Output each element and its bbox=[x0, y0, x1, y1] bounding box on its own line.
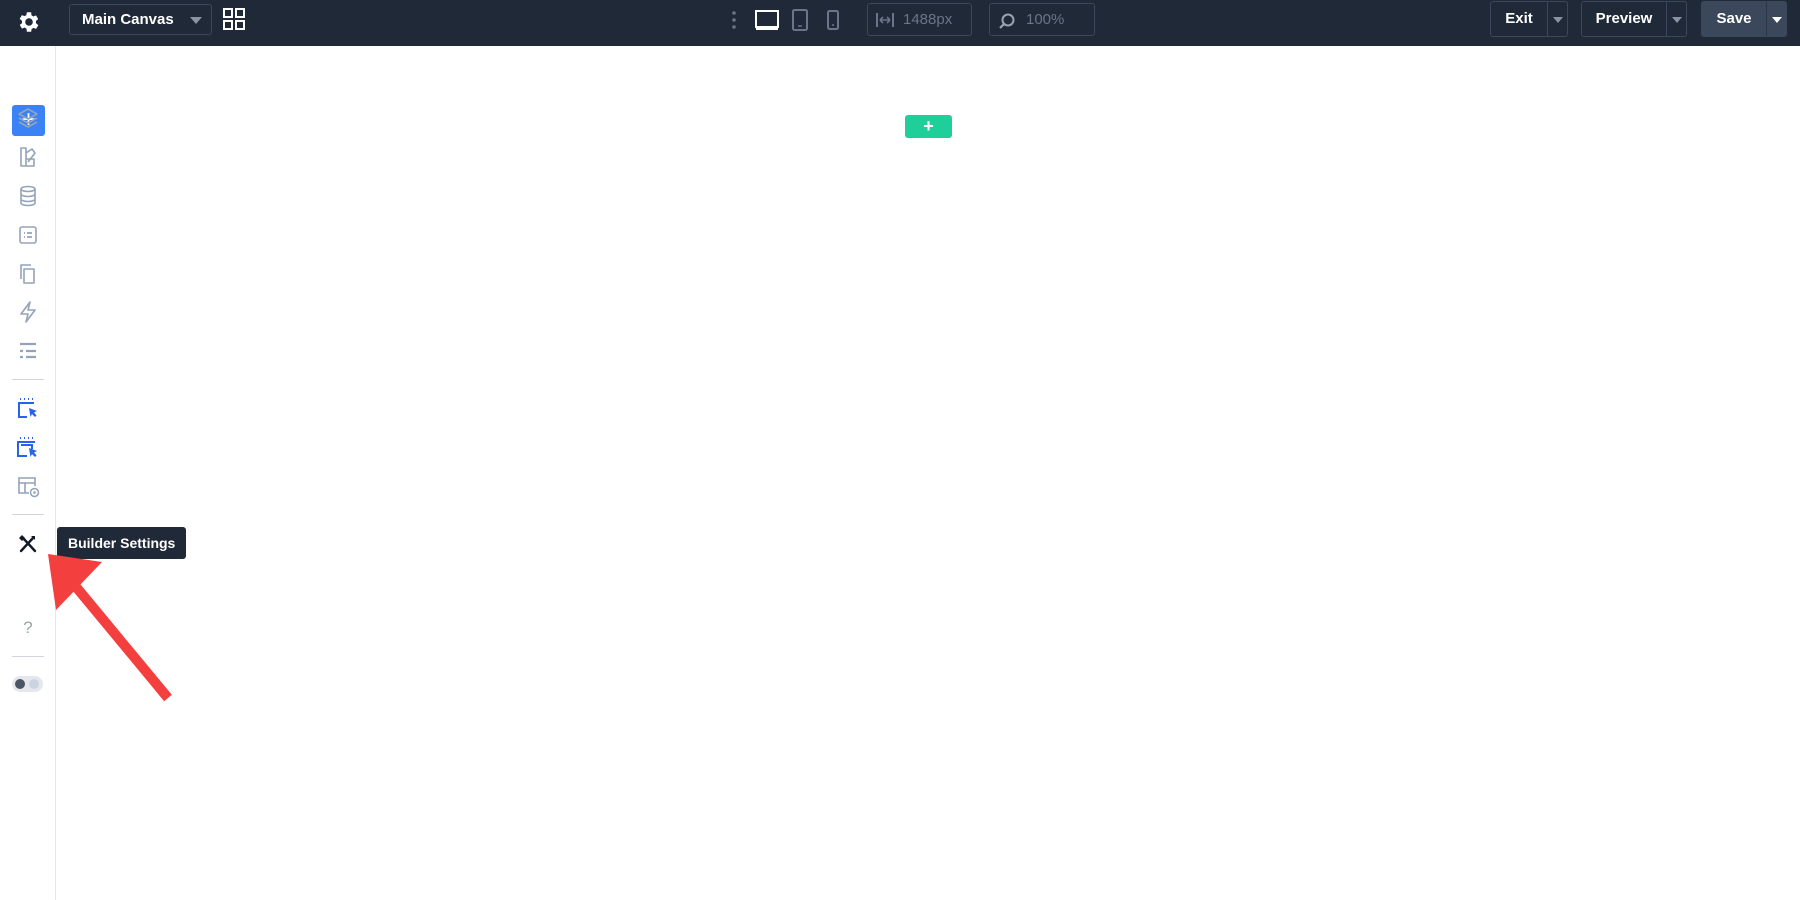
form-icon[interactable] bbox=[16, 223, 40, 247]
theme-toggle[interactable] bbox=[12, 676, 43, 692]
chevron-down-icon[interactable] bbox=[1672, 17, 1682, 23]
mobile-icon[interactable] bbox=[825, 8, 841, 32]
exit-divider bbox=[1547, 2, 1548, 36]
canvas-select[interactable]: Main Canvas bbox=[69, 4, 212, 35]
zoom-icon bbox=[999, 13, 1015, 29]
save-button[interactable]: Save bbox=[1701, 1, 1787, 37]
layers-icon[interactable] bbox=[16, 106, 40, 130]
annotation-arrow bbox=[48, 554, 172, 702]
preview-divider bbox=[1666, 2, 1667, 36]
exit-button[interactable]: Exit bbox=[1490, 1, 1568, 37]
template-preview-icon[interactable] bbox=[16, 474, 40, 498]
left-sidebar: + ? bbox=[0, 46, 56, 900]
preview-label: Preview bbox=[1595, 10, 1653, 27]
add-section-button[interactable]: + bbox=[905, 115, 952, 138]
sidebar-divider bbox=[12, 379, 44, 380]
top-toolbar: Main Canvas 1488px 100% Exit Preview Sav… bbox=[0, 0, 1800, 46]
database-icon[interactable] bbox=[16, 184, 40, 208]
moon-icon bbox=[29, 679, 39, 689]
chevron-down-icon[interactable] bbox=[1772, 17, 1782, 23]
help-icon[interactable]: ? bbox=[16, 616, 40, 640]
builder-settings-icon[interactable] bbox=[16, 532, 40, 556]
desktop-icon[interactable] bbox=[754, 8, 780, 32]
width-icon bbox=[876, 13, 894, 27]
sun-icon bbox=[15, 679, 25, 689]
components-icon[interactable] bbox=[16, 145, 40, 169]
canvas-width-value: 1488px bbox=[903, 11, 953, 28]
gear-icon[interactable] bbox=[16, 9, 42, 35]
save-divider bbox=[1766, 2, 1767, 36]
chevron-down-icon[interactable] bbox=[1553, 17, 1563, 23]
more-vertical-icon[interactable] bbox=[728, 9, 740, 31]
styles-icon[interactable] bbox=[16, 339, 40, 363]
tablet-icon[interactable] bbox=[790, 8, 810, 32]
preview-button[interactable]: Preview bbox=[1581, 1, 1687, 37]
select-children-icon[interactable] bbox=[16, 436, 40, 460]
interactions-icon[interactable] bbox=[16, 300, 40, 324]
zoom-field[interactable]: 100% bbox=[989, 3, 1095, 36]
sidebar-divider bbox=[12, 514, 44, 515]
exit-label: Exit bbox=[1505, 10, 1533, 27]
grid-icon[interactable] bbox=[222, 7, 246, 31]
save-label: Save bbox=[1716, 10, 1752, 27]
pages-icon[interactable] bbox=[16, 262, 40, 286]
select-parent-icon[interactable] bbox=[16, 397, 40, 421]
canvas-select-label: Main Canvas bbox=[82, 11, 174, 28]
canvas-width-field[interactable]: 1488px bbox=[867, 3, 972, 36]
zoom-value: 100% bbox=[1026, 11, 1065, 28]
chevron-down-icon bbox=[190, 17, 202, 24]
